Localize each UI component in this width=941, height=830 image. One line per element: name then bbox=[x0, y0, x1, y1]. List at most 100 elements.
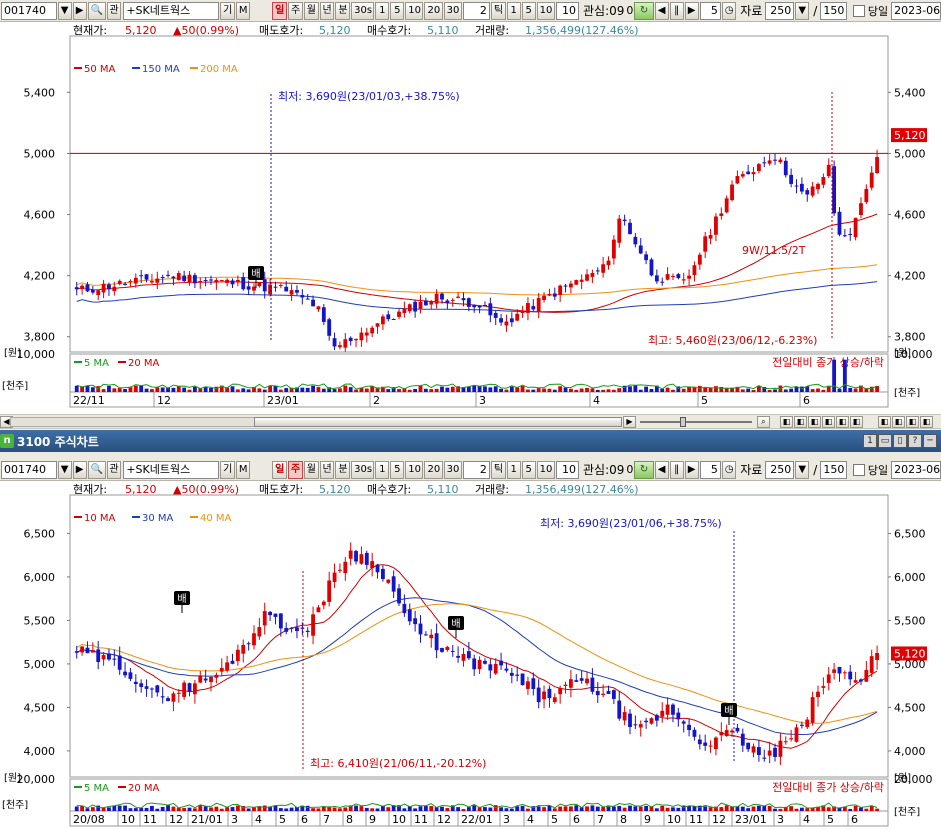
refresh-icon[interactable]: ↻ bbox=[634, 1, 654, 20]
volume-bar bbox=[520, 385, 525, 392]
volume-bar bbox=[746, 388, 751, 392]
stock-name-field[interactable]: +SK네트웍스 bbox=[123, 1, 220, 20]
scroll-right-icon[interactable]: ▶ bbox=[623, 416, 636, 428]
window-help-icon[interactable]: ? bbox=[908, 434, 922, 448]
gi-button[interactable]: 기 bbox=[220, 1, 235, 20]
data-count-input-2[interactable]: 250 bbox=[765, 460, 795, 479]
minute-10-button[interactable]: 10 bbox=[405, 1, 424, 20]
m-button[interactable]: M bbox=[235, 1, 251, 20]
m-button-2[interactable]: M bbox=[235, 460, 251, 479]
period-day-button-2[interactable]: 일 bbox=[272, 460, 287, 479]
refresh-icon-2[interactable]: ↻ bbox=[634, 460, 654, 479]
search-icon-2[interactable]: 🔍 bbox=[87, 460, 106, 479]
pause-icon[interactable]: ‖ bbox=[669, 1, 684, 20]
minute-5-button-2[interactable]: 5 bbox=[390, 460, 405, 479]
today-checkbox-2[interactable] bbox=[853, 463, 865, 476]
tool-icon-4[interactable]: ◧ bbox=[822, 416, 835, 428]
tool-icon-10[interactable]: ◧ bbox=[920, 416, 933, 428]
tool-icon-9[interactable]: ◧ bbox=[906, 416, 919, 428]
zoom-slider-track[interactable] bbox=[640, 421, 752, 423]
minute-30-button[interactable]: 30 bbox=[443, 1, 462, 20]
minute-10-button-2[interactable]: 10 bbox=[405, 460, 424, 479]
dropdown-arrow-icon[interactable]: ▼ bbox=[57, 1, 72, 20]
date-input[interactable]: 2023-06 bbox=[891, 1, 941, 20]
relation-button-2[interactable]: 관 bbox=[106, 460, 122, 479]
window-layout-icon[interactable]: ▭ bbox=[878, 434, 892, 448]
step-input-2[interactable]: 5 bbox=[699, 460, 721, 479]
tick-input-2[interactable]: 2 bbox=[462, 460, 490, 479]
tool-icon-1[interactable]: ◧ bbox=[780, 416, 793, 428]
window-pin-icon[interactable]: ▯ bbox=[893, 434, 907, 448]
window-title-bar[interactable]: n 3100 주식차트 1 ▭ ▯ ? ─ bbox=[0, 430, 941, 452]
minute-1-button[interactable]: 1 bbox=[375, 1, 390, 20]
window-minimize-icon[interactable]: ─ bbox=[923, 434, 937, 448]
total-count-input-2[interactable]: 150 bbox=[820, 460, 848, 479]
tick-10-button[interactable]: 10 bbox=[536, 1, 555, 20]
prev-icon[interactable]: ◀ bbox=[654, 1, 669, 20]
minute-1-button-2[interactable]: 1 bbox=[375, 460, 390, 479]
tick-5-button[interactable]: 5 bbox=[521, 1, 536, 20]
stock-code-input[interactable]: 001740 bbox=[1, 1, 57, 20]
relation-button[interactable]: 관 bbox=[106, 1, 122, 20]
volume-bar bbox=[160, 806, 165, 811]
daily-price-chart[interactable]: 현재가: 5,120 ▲50(0.99%) 매도호가: 5,120 매수호가: 5,110 거… bbox=[0, 22, 941, 414]
pause-icon-2[interactable]: ‖ bbox=[669, 460, 684, 479]
minute-30-button-2[interactable]: 30 bbox=[443, 460, 462, 479]
minute-20-button[interactable]: 20 bbox=[424, 1, 443, 20]
minute-5-button[interactable]: 5 bbox=[390, 1, 405, 20]
prev-icon-2[interactable]: ◀ bbox=[654, 460, 669, 479]
tick-count-input-2[interactable]: 10 bbox=[555, 460, 579, 479]
data-count-dropdown-icon[interactable]: ▼ bbox=[795, 1, 810, 20]
tick-input[interactable]: 2 bbox=[462, 1, 490, 20]
next-arrow-icon-2[interactable]: ▶ bbox=[72, 460, 87, 479]
tool-icon-7[interactable]: ◧ bbox=[878, 416, 891, 428]
x-tick-label: 2 bbox=[373, 394, 380, 407]
period-minute-button-2[interactable]: 분 bbox=[335, 460, 351, 479]
date-input-2[interactable]: 2023-06 bbox=[891, 460, 941, 479]
period-week-button-2[interactable]: 주 bbox=[287, 460, 303, 479]
zoom-icon[interactable]: ⌕ bbox=[757, 416, 770, 428]
period-minute-button[interactable]: 분 bbox=[335, 1, 351, 20]
step-input[interactable]: 5 bbox=[699, 1, 721, 20]
today-checkbox[interactable] bbox=[853, 4, 865, 17]
period-30s-button[interactable]: 30s bbox=[351, 1, 375, 20]
weekly-price-chart[interactable]: 현재가: 5,120 ▲50(0.99%) 매도호가: 5,120 매수호가: 5,110 거… bbox=[0, 481, 941, 830]
period-month-button[interactable]: 월 bbox=[303, 1, 319, 20]
tool-icon-3[interactable]: ◧ bbox=[808, 416, 821, 428]
play-icon[interactable]: ▶ bbox=[684, 1, 699, 20]
stock-name-field-2[interactable]: +SK네트웍스 bbox=[123, 460, 220, 479]
clock-icon-2[interactable]: ◷ bbox=[721, 460, 737, 479]
tick-1-button-2[interactable]: 1 bbox=[506, 460, 521, 479]
period-30s-button-2[interactable]: 30s bbox=[351, 460, 375, 479]
tool-icon-2[interactable]: ◧ bbox=[794, 416, 807, 428]
play-icon-2[interactable]: ▶ bbox=[684, 460, 699, 479]
weekly-chart-panel[interactable]: 현재가: 5,120 ▲50(0.99%) 매도호가: 5,120 매수호가: 5,110 거… bbox=[0, 481, 941, 830]
tick-5-button-2[interactable]: 5 bbox=[521, 460, 536, 479]
dropdown-arrow-icon-2[interactable]: ▼ bbox=[57, 460, 72, 479]
stock-code-input-2[interactable]: 001740 bbox=[1, 460, 57, 479]
total-count-input[interactable]: 150 bbox=[820, 1, 848, 20]
period-week-button[interactable]: 주 bbox=[287, 1, 303, 20]
tool-icon-6[interactable]: ◧ bbox=[850, 416, 863, 428]
tick-count-input[interactable]: 10 bbox=[555, 1, 579, 20]
zoom-slider-knob[interactable] bbox=[680, 417, 686, 427]
period-year-button-2[interactable]: 년 bbox=[319, 460, 335, 479]
tool-icon-8[interactable]: ◧ bbox=[892, 416, 905, 428]
window-number-button[interactable]: 1 bbox=[863, 434, 877, 448]
gi-button-2[interactable]: 기 bbox=[220, 460, 235, 479]
period-year-button[interactable]: 년 bbox=[319, 1, 335, 20]
candle-body bbox=[391, 576, 396, 592]
tick-10-button-2[interactable]: 10 bbox=[536, 460, 555, 479]
period-day-button[interactable]: 일 bbox=[272, 1, 287, 20]
period-month-button-2[interactable]: 월 bbox=[303, 460, 319, 479]
clock-icon[interactable]: ◷ bbox=[721, 1, 737, 20]
daily-chart-panel[interactable]: 현재가: 5,120 ▲50(0.99%) 매도호가: 5,120 매수호가: 5,110 거… bbox=[0, 22, 941, 414]
data-count-input[interactable]: 250 bbox=[765, 1, 795, 20]
scroll-thumb[interactable] bbox=[254, 417, 622, 427]
search-icon[interactable]: 🔍 bbox=[87, 1, 106, 20]
tool-icon-5[interactable]: ◧ bbox=[836, 416, 849, 428]
tick-1-button[interactable]: 1 bbox=[506, 1, 521, 20]
minute-20-button-2[interactable]: 20 bbox=[424, 460, 443, 479]
data-count-dropdown-icon-2[interactable]: ▼ bbox=[795, 460, 810, 479]
next-arrow-icon[interactable]: ▶ bbox=[72, 1, 87, 20]
